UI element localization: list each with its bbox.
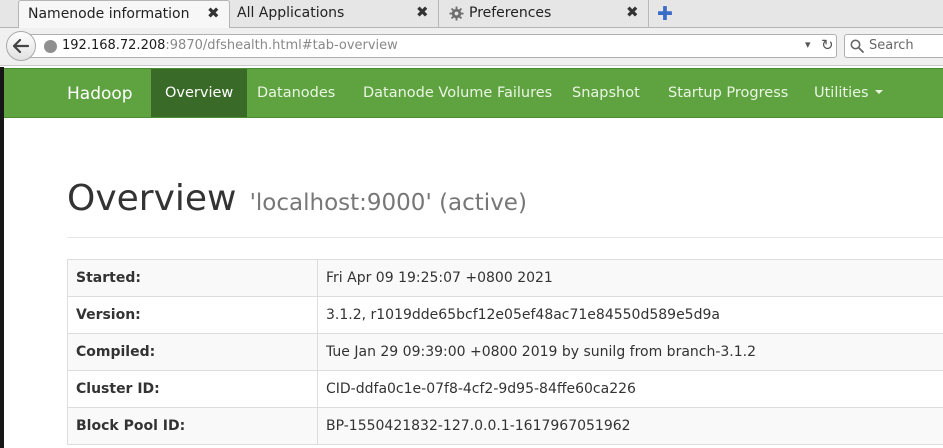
back-button[interactable] bbox=[6, 31, 36, 61]
table-row: Block Pool ID: BP-1550421832-127.0.0.1-1… bbox=[67, 407, 943, 445]
page-title-main: Overview bbox=[67, 178, 237, 219]
tab-all-applications[interactable]: All Applications ✖ bbox=[230, 0, 439, 28]
nav-overview[interactable]: Overview bbox=[151, 69, 248, 117]
close-icon[interactable]: ✖ bbox=[626, 3, 639, 21]
url-path: :9870/dfshealth.html#tab-overview bbox=[165, 38, 398, 53]
close-icon[interactable]: ✖ bbox=[416, 3, 429, 21]
tab-title: Namenode information bbox=[28, 6, 190, 22]
overview-info-table: Started: Fri Apr 09 19:25:07 +0800 2021 … bbox=[67, 259, 943, 445]
tab-title: All Applications bbox=[237, 5, 345, 21]
info-value: BP-1550421832-127.0.0.1-1617967051962 bbox=[317, 407, 943, 445]
browser-nav-bar: 192.168.72.208:9870/dfshealth.html#tab-o… bbox=[0, 28, 943, 66]
info-key: Cluster ID: bbox=[67, 370, 318, 408]
tab-namenode-information[interactable]: Namenode information ✖ bbox=[18, 0, 230, 29]
tab-preferences[interactable]: Preferences ✖ bbox=[439, 0, 649, 28]
nav-startup-progress[interactable]: Startup Progress bbox=[668, 69, 788, 117]
search-input[interactable] bbox=[869, 38, 943, 53]
tab-title: Preferences bbox=[469, 5, 552, 21]
reload-icon[interactable]: ↻ bbox=[821, 36, 834, 54]
nav-datanode-volume-failures[interactable]: Datanode Volume Failures bbox=[363, 69, 552, 117]
info-key: Block Pool ID: bbox=[67, 407, 318, 445]
url-text[interactable]: 192.168.72.208:9870/dfshealth.html#tab-o… bbox=[62, 38, 398, 53]
browser-tab-strip: Namenode information ✖ All Applications … bbox=[0, 0, 943, 29]
table-row: Started: Fri Apr 09 19:25:07 +0800 2021 bbox=[67, 259, 943, 297]
nav-utilities[interactable]: Utilities bbox=[814, 69, 883, 117]
nav-utilities-label: Utilities bbox=[814, 85, 869, 101]
hadoop-navbar: Hadoop Overview Datanodes Datanode Volum… bbox=[4, 68, 943, 118]
url-bar[interactable]: 192.168.72.208:9870/dfshealth.html#tab-o… bbox=[26, 34, 837, 58]
info-value: Tue Jan 29 09:39:00 +0800 2019 by sunilg… bbox=[317, 333, 943, 371]
page-title-subtitle: 'localhost:9000' (active) bbox=[249, 190, 527, 216]
page-title: Overview 'localhost:9000' (active) bbox=[67, 178, 527, 219]
info-key: Compiled: bbox=[67, 333, 318, 371]
info-value: 3.1.2, r1019dde65bcf12e05ef48ac71e84550d… bbox=[317, 296, 943, 334]
new-tab-plus-icon[interactable]: ✚ bbox=[657, 3, 673, 25]
info-key: Started: bbox=[67, 259, 318, 297]
arrow-left-icon bbox=[13, 39, 29, 53]
globe-icon bbox=[44, 40, 57, 53]
divider bbox=[67, 237, 943, 238]
nav-datanodes[interactable]: Datanodes bbox=[257, 69, 335, 117]
gear-icon bbox=[449, 6, 464, 21]
search-icon bbox=[850, 39, 864, 53]
close-icon[interactable]: ✖ bbox=[207, 4, 220, 22]
table-row: Version: 3.1.2, r1019dde65bcf12e05ef48ac… bbox=[67, 296, 943, 334]
info-value: Fri Apr 09 19:25:07 +0800 2021 bbox=[317, 259, 943, 297]
table-row: Compiled: Tue Jan 29 09:39:00 +0800 2019… bbox=[67, 333, 943, 371]
caret-down-icon bbox=[874, 90, 883, 94]
url-host: 192.168.72.208 bbox=[62, 38, 166, 53]
window-left-edge bbox=[0, 67, 4, 448]
table-row: Cluster ID: CID-ddfa0c1e-07f8-4cf2-9d95-… bbox=[67, 370, 943, 408]
search-box[interactable] bbox=[844, 34, 943, 58]
brand-logo-text[interactable]: Hadoop bbox=[67, 84, 133, 104]
info-value: CID-ddfa0c1e-07f8-4cf2-9d95-84ffe60ca226 bbox=[317, 370, 943, 408]
chevron-down-icon[interactable]: ▾ bbox=[805, 38, 811, 51]
nav-snapshot[interactable]: Snapshot bbox=[572, 69, 640, 117]
info-key: Version: bbox=[67, 296, 318, 334]
